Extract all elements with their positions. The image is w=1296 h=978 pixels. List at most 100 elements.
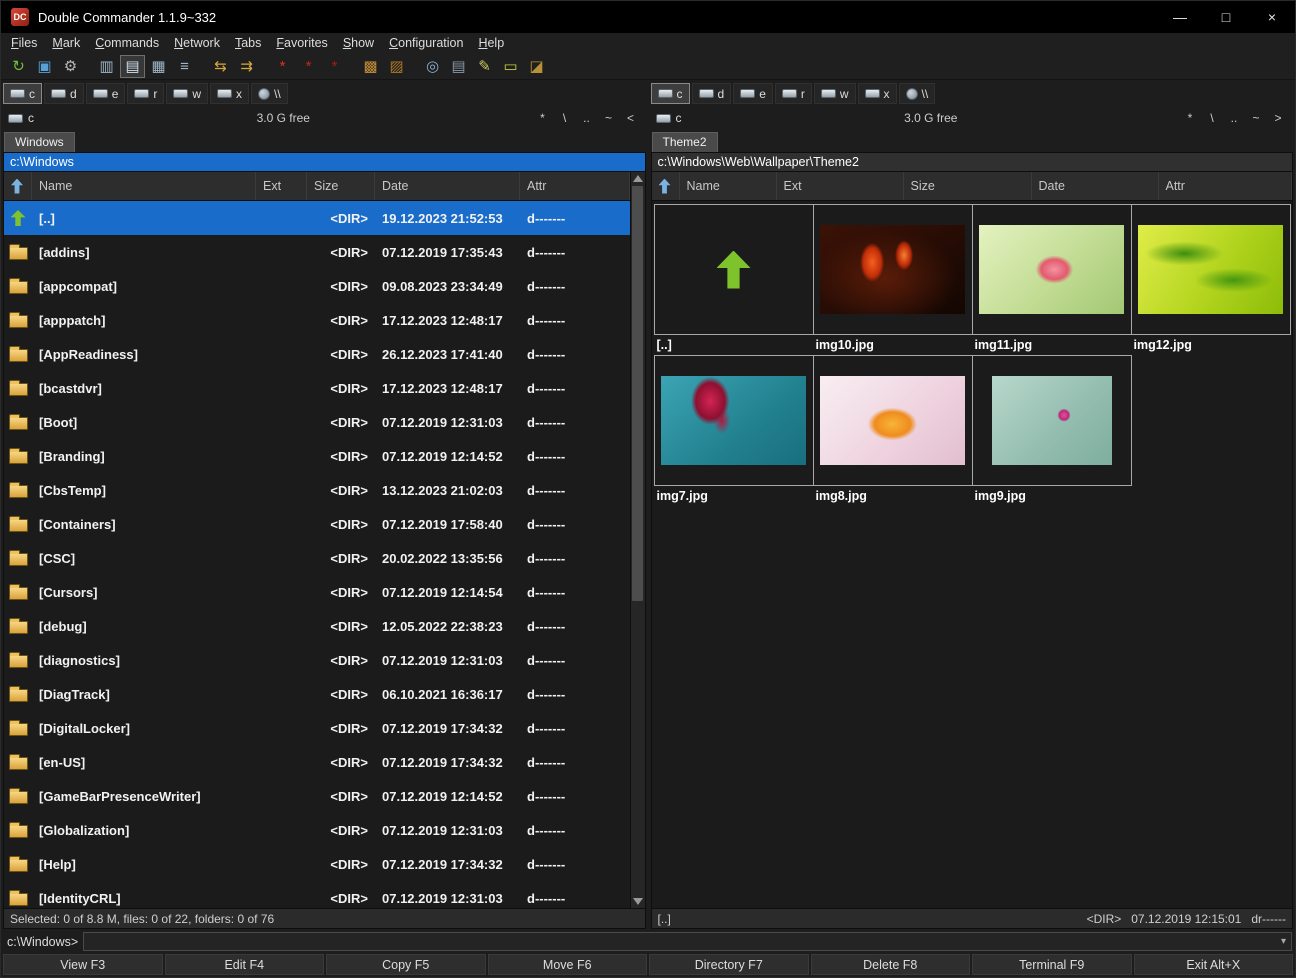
thumbnails-view-icon[interactable]: ▦ — [146, 55, 171, 78]
parent-button[interactable]: .. — [577, 109, 597, 127]
drive-button-r[interactable]: r — [775, 83, 812, 104]
column-header-name[interactable]: Name — [32, 172, 256, 200]
compare-contents-icon[interactable]: ✎ — [472, 55, 497, 78]
thumbnail-item[interactable]: img9.jpg — [972, 355, 1131, 506]
drive-button-r[interactable]: r — [127, 83, 164, 104]
file-row[interactable]: [Boot]<DIR>07.12.2019 12:31:03d------- — [4, 405, 630, 439]
column-header-name[interactable]: Name — [680, 172, 777, 200]
menu-item-help[interactable]: Help — [478, 34, 513, 52]
command-history-dropdown-icon[interactable]: ▾ — [1276, 936, 1291, 947]
file-row[interactable]: [..]<DIR>19.12.2023 21:52:53d------- — [4, 201, 630, 235]
synchronize-dirs-icon[interactable]: ◪ — [524, 55, 549, 78]
fn-button-f8[interactable]: Delete F8 — [811, 954, 971, 975]
menu-item-commands[interactable]: Commands — [95, 34, 168, 52]
unmark-group-icon[interactable]: * — [296, 55, 321, 78]
pack-icon[interactable]: ▩ — [358, 55, 383, 78]
fn-button-f6[interactable]: Move F6 — [488, 954, 648, 975]
root-button[interactable]: \ — [555, 109, 575, 127]
thumbnail-item[interactable]: img12.jpg — [1131, 204, 1290, 355]
right-path-bar[interactable]: c:\Windows\Web\Wallpaper\Theme2 — [651, 152, 1294, 172]
menu-item-mark[interactable]: Mark — [52, 34, 89, 52]
drive-button-c[interactable]: c — [651, 83, 690, 104]
sort-indicator-column[interactable] — [652, 172, 680, 200]
column-header-size[interactable]: Size — [307, 172, 375, 200]
multi-rename-icon[interactable]: ▤ — [446, 55, 471, 78]
file-row[interactable]: [CbsTemp]<DIR>13.12.2023 21:02:03d------… — [4, 473, 630, 507]
file-row[interactable]: [debug]<DIR>12.05.2022 22:38:23d------- — [4, 609, 630, 643]
file-row[interactable]: [apppatch]<DIR>17.12.2023 12:48:17d-----… — [4, 303, 630, 337]
history-button[interactable]: > — [1268, 109, 1288, 127]
menu-item-tabs[interactable]: Tabs — [235, 34, 270, 52]
swap-panels-icon[interactable]: ⇆ — [208, 55, 233, 78]
edit-new-file-icon[interactable]: ▭ — [498, 55, 523, 78]
star-button[interactable]: * — [533, 109, 553, 127]
column-header-attr[interactable]: Attr — [520, 172, 630, 200]
menu-item-configuration[interactable]: Configuration — [389, 34, 472, 52]
scroll-thumb[interactable] — [632, 186, 643, 601]
run-terminal-icon[interactable]: ▣ — [32, 55, 57, 78]
minimize-button[interactable]: — — [1157, 1, 1203, 33]
column-header-ext[interactable]: Ext — [256, 172, 307, 200]
home-button[interactable]: ~ — [1246, 109, 1266, 127]
drive-button-w[interactable]: w — [166, 83, 208, 104]
thumbnail-item[interactable]: img11.jpg — [972, 204, 1131, 355]
file-row[interactable]: [en-US]<DIR>07.12.2019 17:34:32d------- — [4, 745, 630, 779]
invert-selection-icon[interactable]: * — [322, 55, 347, 78]
find-files-icon[interactable]: ◎ — [420, 55, 445, 78]
column-header-date[interactable]: Date — [375, 172, 520, 200]
drive-button-d[interactable]: d — [44, 83, 84, 104]
star-button[interactable]: * — [1180, 109, 1200, 127]
scroll-up-icon[interactable] — [633, 175, 643, 182]
full-view-icon[interactable]: ▤ — [120, 55, 145, 78]
drive-button-x[interactable]: x — [210, 83, 249, 104]
drive-button-network[interactable]: \\ — [899, 83, 936, 104]
drive-button-e[interactable]: e — [86, 83, 126, 104]
history-button[interactable]: < — [621, 109, 641, 127]
left-scrollbar[interactable] — [630, 172, 645, 908]
drive-button-e[interactable]: e — [733, 83, 773, 104]
file-row[interactable]: [addins]<DIR>07.12.2019 17:35:43d------- — [4, 235, 630, 269]
maximize-button[interactable]: □ — [1203, 1, 1249, 33]
refresh-icon[interactable]: ↻ — [6, 55, 31, 78]
fn-button-f7[interactable]: Directory F7 — [649, 954, 809, 975]
command-input[interactable]: ▾ — [83, 932, 1292, 951]
file-row[interactable]: [IdentityCRL]<DIR>07.12.2019 12:31:03d--… — [4, 881, 630, 908]
file-row[interactable]: [bcastdvr]<DIR>17.12.2023 12:48:17d-----… — [4, 371, 630, 405]
parent-button[interactable]: .. — [1224, 109, 1244, 127]
file-row[interactable]: [DigitalLocker]<DIR>07.12.2019 17:34:32d… — [4, 711, 630, 745]
file-row[interactable]: [GameBarPresenceWriter]<DIR>07.12.2019 1… — [4, 779, 630, 813]
file-row[interactable]: [Help]<DIR>07.12.2019 17:34:32d------- — [4, 847, 630, 881]
file-row[interactable]: [Containers]<DIR>07.12.2019 17:58:40d---… — [4, 507, 630, 541]
fn-button-f4[interactable]: Edit F4 — [165, 954, 325, 975]
file-row[interactable]: [DiagTrack]<DIR>06.10.2021 16:36:17d----… — [4, 677, 630, 711]
file-row[interactable]: [appcompat]<DIR>09.08.2023 23:34:49d----… — [4, 269, 630, 303]
options-icon[interactable]: ⚙ — [58, 55, 83, 78]
fn-button-f3[interactable]: View F3 — [3, 954, 163, 975]
thumbnail-item[interactable]: img7.jpg — [654, 355, 813, 506]
file-row[interactable]: [diagnostics]<DIR>07.12.2019 12:31:03d--… — [4, 643, 630, 677]
menu-item-favorites[interactable]: Favorites — [276, 34, 336, 52]
home-button[interactable]: ~ — [599, 109, 619, 127]
close-button[interactable]: × — [1249, 1, 1295, 33]
drive-button-d[interactable]: d — [692, 83, 732, 104]
mark-group-icon[interactable]: * — [270, 55, 295, 78]
title-bar[interactable]: DC Double Commander 1.1.9~332 — □ × — [1, 1, 1295, 33]
menu-item-network[interactable]: Network — [174, 34, 229, 52]
tab-windows[interactable]: Windows — [4, 132, 75, 152]
scroll-down-icon[interactable] — [633, 898, 643, 905]
target-equals-source-icon[interactable]: ⇉ — [234, 55, 259, 78]
drive-button-w[interactable]: w — [814, 83, 856, 104]
file-row[interactable]: [Globalization]<DIR>07.12.2019 12:31:03d… — [4, 813, 630, 847]
flat-view-icon[interactable]: ≡ — [172, 55, 197, 78]
extract-icon[interactable]: ▨ — [384, 55, 409, 78]
fn-button-f9[interactable]: Terminal F9 — [972, 954, 1132, 975]
file-row[interactable]: [CSC]<DIR>20.02.2022 13:35:56d------- — [4, 541, 630, 575]
drive-button-c[interactable]: c — [3, 83, 42, 104]
root-button[interactable]: \ — [1202, 109, 1222, 127]
sort-indicator-column[interactable] — [4, 172, 32, 200]
brief-view-icon[interactable]: ▥ — [94, 55, 119, 78]
column-header-date[interactable]: Date — [1032, 172, 1159, 200]
drive-button-x[interactable]: x — [858, 83, 897, 104]
thumbnail-item[interactable]: [..] — [654, 204, 813, 355]
thumbnail-item[interactable]: img8.jpg — [813, 355, 972, 506]
